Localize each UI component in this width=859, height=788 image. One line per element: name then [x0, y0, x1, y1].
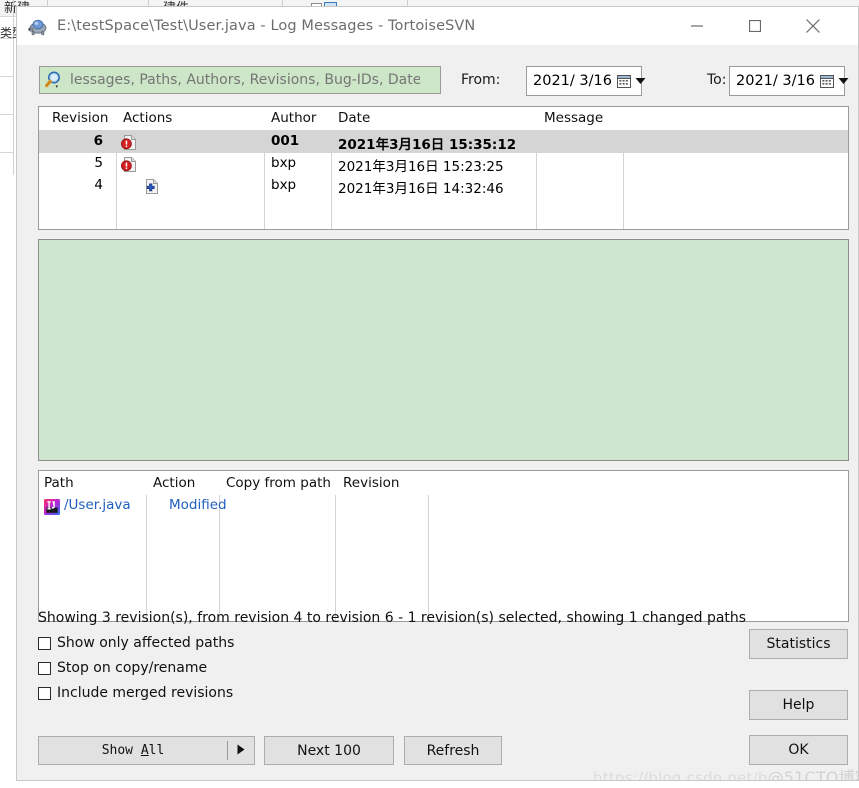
close-button[interactable]: [790, 7, 836, 45]
filter-bar: From: 2021/ 3/16: [17, 45, 858, 105]
changed-paths-list[interactable]: Path Action Copy from path Revision /Use…: [38, 470, 849, 622]
help-button[interactable]: Help: [749, 690, 848, 720]
button-separator: [227, 741, 228, 760]
background-row-line: [0, 152, 14, 153]
column-header-revision[interactable]: Revision: [52, 110, 108, 126]
chevron-down-icon[interactable]: [838, 72, 849, 90]
status-summary: Showing 3 revision(s), from revision 4 t…: [38, 610, 747, 626]
title-bar: E:\testSpace\Test\User.java - Log Messag…: [17, 7, 858, 45]
search-field-container[interactable]: [39, 66, 441, 94]
column-header-action[interactable]: Action: [153, 475, 195, 491]
cell-revision: 5: [94, 155, 103, 171]
log-messages-dialog: E:\testSpace\Test\User.java - Log Messag…: [16, 6, 859, 781]
search-magnifier-icon: [44, 70, 67, 90]
background-row-line: [0, 114, 14, 115]
ok-button[interactable]: OK: [749, 735, 848, 765]
column-header-copy-from-path[interactable]: Copy from path: [226, 475, 331, 491]
from-date-field[interactable]: 2021/ 3/16: [526, 66, 646, 96]
show-all-button[interactable]: Show All: [38, 736, 255, 765]
refresh-button[interactable]: Refresh: [404, 736, 502, 765]
column-header-revision[interactable]: Revision: [343, 475, 399, 491]
column-header-author[interactable]: Author: [271, 110, 316, 126]
checkbox-box[interactable]: [38, 686, 51, 700]
checkbox-label: Include merged revisions: [57, 685, 234, 701]
from-date-value: 2021/ 3/16: [533, 73, 612, 89]
cell-revision: 4: [94, 177, 103, 193]
checkbox-label: Show only affected paths: [57, 635, 235, 651]
triangle-right-icon[interactable]: [237, 743, 245, 759]
checkbox-box[interactable]: [38, 636, 51, 650]
watermark-brand: @51CTO博客: [767, 768, 858, 781]
statistics-button[interactable]: Statistics: [749, 629, 848, 659]
column-header-message[interactable]: Message: [544, 110, 603, 126]
calendar-icon[interactable]: [819, 74, 835, 89]
background-row-line: [0, 76, 14, 77]
revision-list-header: Revision Actions Author Date Message: [39, 107, 848, 131]
watermark-url: https://blog.csdn.net/b: [593, 769, 768, 781]
cell-date: 2021年3月16日 15:23:25: [338, 159, 504, 175]
cell-path: /User.java: [64, 497, 131, 513]
show-all-label: Show All: [101, 743, 165, 758]
checkbox-include-merged-revisions[interactable]: Include merged revisions: [38, 685, 233, 701]
to-date-field[interactable]: 2021/ 3/16: [729, 66, 849, 96]
checkbox-stop-on-copy-rename[interactable]: Stop on copy/rename: [38, 660, 207, 676]
cell-author: bxp: [271, 155, 297, 171]
list-item[interactable]: /User.java Modified: [39, 495, 848, 517]
column-header-date[interactable]: Date: [338, 110, 370, 126]
minimize-button[interactable]: [674, 7, 720, 45]
chevron-down-icon[interactable]: [635, 72, 646, 90]
to-label: To:: [707, 72, 727, 88]
column-header-actions[interactable]: Actions: [123, 110, 172, 126]
table-row[interactable]: 5 bxp 2021年3月16日 15:23:25: [39, 153, 848, 175]
checkbox-label: Stop on copy/rename: [57, 660, 208, 676]
commit-message-pane[interactable]: [38, 239, 849, 461]
checkbox-box[interactable]: [38, 661, 51, 675]
intellij-java-file-icon: [44, 499, 60, 515]
from-label: From:: [461, 72, 501, 88]
watermark: https://blog.csdn.net/b@51CTO博客: [593, 764, 858, 781]
cell-revision: 6: [93, 133, 103, 149]
search-input[interactable]: [70, 72, 420, 88]
window-title: E:\testSpace\Test\User.java - Log Messag…: [57, 18, 476, 34]
cell-date: 2021年3月16日 15:35:12: [338, 137, 517, 153]
cell-action: Modified: [169, 497, 227, 513]
to-date-value: 2021/ 3/16: [736, 73, 815, 89]
table-row[interactable]: 6 001 2021年3月16日 15:35:12: [39, 131, 848, 153]
column-header-path[interactable]: Path: [44, 475, 74, 491]
cell-author: 001: [271, 133, 300, 149]
cell-author: bxp: [271, 177, 297, 193]
changed-paths-header: Path Action Copy from path Revision: [39, 471, 848, 495]
maximize-button[interactable]: [732, 7, 778, 45]
revision-list[interactable]: Revision Actions Author Date Message 6 0…: [38, 106, 849, 230]
file-added-icon: [143, 178, 160, 200]
cell-date: 2021年3月16日 14:32:46: [338, 181, 504, 197]
next-100-button[interactable]: Next 100: [264, 736, 394, 765]
tortoise-svn-icon: [27, 15, 49, 37]
calendar-icon[interactable]: [616, 74, 632, 89]
checkbox-show-only-affected-paths[interactable]: Show only affected paths: [38, 635, 234, 651]
table-row[interactable]: 4 bxp 2021年3月16日 14:32:46: [39, 175, 848, 197]
